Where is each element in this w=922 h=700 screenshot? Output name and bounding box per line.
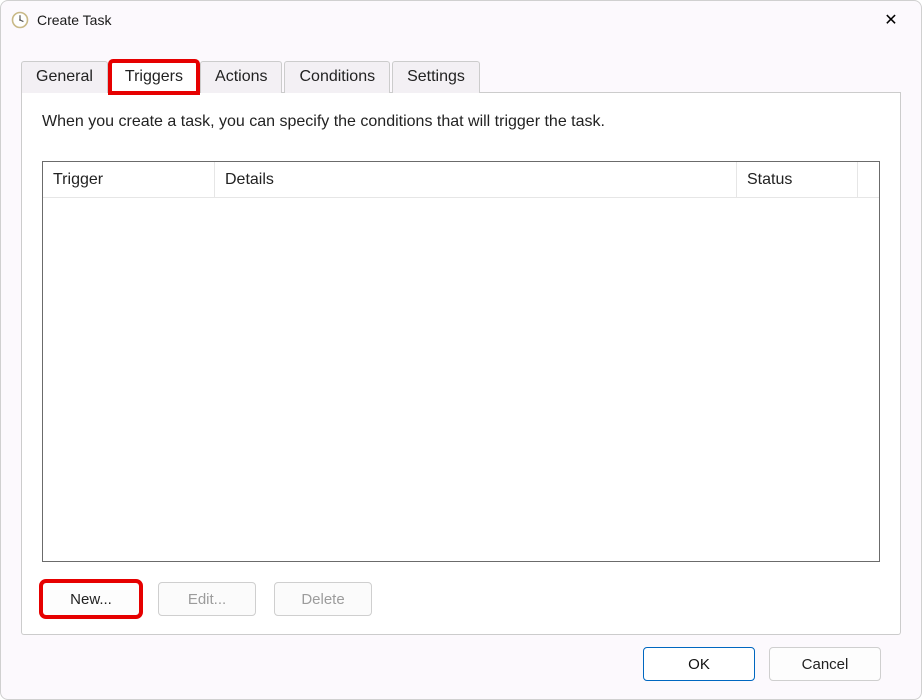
tab-conditions[interactable]: Conditions [284,61,390,93]
close-icon: ✕ [884,10,897,30]
column-scroll-spacer [857,162,879,197]
triggers-table-body[interactable] [43,198,879,561]
task-scheduler-icon [11,11,29,29]
tab-general[interactable]: General [21,61,108,93]
title-bar: Create Task ✕ [1,1,921,39]
triggers-panel: When you create a task, you can specify … [21,93,901,635]
tab-settings[interactable]: Settings [392,61,480,93]
edit-trigger-button: Edit... [158,582,256,616]
create-task-dialog: Create Task ✕ General Triggers Actions C… [0,0,922,700]
delete-trigger-button: Delete [274,582,372,616]
tab-strip: General Triggers Actions Conditions Sett… [21,61,901,93]
triggers-table-header: Trigger Details Status [43,162,879,198]
close-button[interactable]: ✕ [871,5,911,35]
tab-actions[interactable]: Actions [200,61,282,93]
window-title: Create Task [37,12,871,28]
column-details[interactable]: Details [215,162,737,197]
column-trigger[interactable]: Trigger [43,162,215,197]
triggers-table[interactable]: Trigger Details Status [42,161,880,562]
cancel-button[interactable]: Cancel [769,647,881,681]
ok-button[interactable]: OK [643,647,755,681]
trigger-action-buttons: New... Edit... Delete [42,582,880,616]
tab-triggers[interactable]: Triggers [110,61,198,93]
dialog-footer: OK Cancel [21,635,901,693]
dialog-content: General Triggers Actions Conditions Sett… [1,39,921,699]
triggers-description: When you create a task, you can specify … [42,113,880,131]
new-trigger-button[interactable]: New... [42,582,140,616]
column-status[interactable]: Status [737,162,857,197]
